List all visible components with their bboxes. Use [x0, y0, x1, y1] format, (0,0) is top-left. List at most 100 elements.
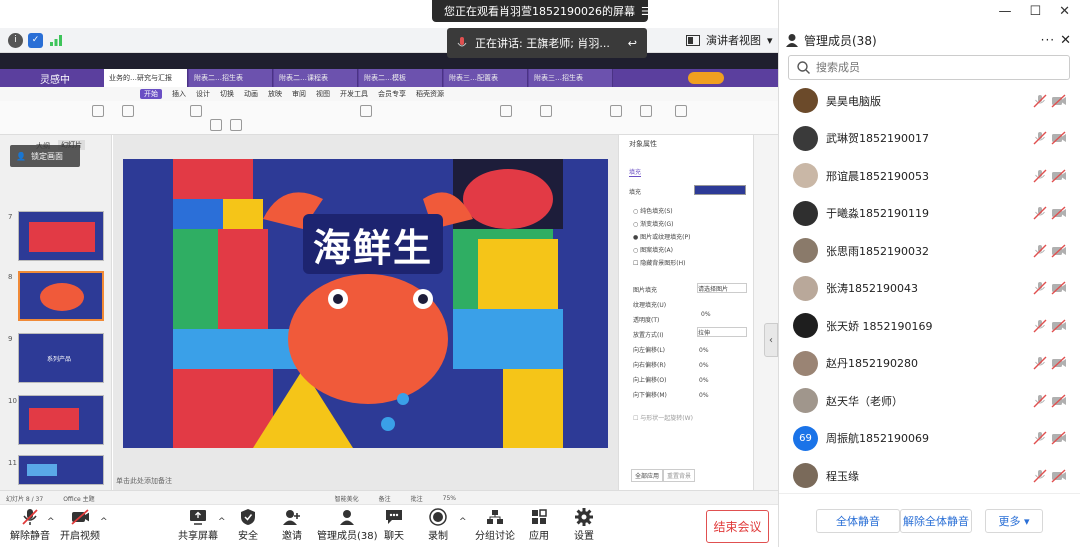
- menu-review[interactable]: 审阅: [292, 89, 306, 99]
- ribbon-button[interactable]: [640, 105, 652, 117]
- offset-input[interactable]: 0%: [699, 358, 709, 373]
- notes-placeholder[interactable]: 单击此处添加备注: [116, 476, 172, 486]
- slide-thumbnail[interactable]: [18, 395, 104, 445]
- chevron-up-icon[interactable]: ^: [100, 517, 108, 527]
- member-search[interactable]: [788, 55, 1070, 80]
- manage-members-button[interactable]: 管理成员(38): [317, 508, 378, 542]
- more-options-icon[interactable]: ···: [1041, 33, 1055, 47]
- mic-muted-icon[interactable]: [1033, 394, 1047, 408]
- signal-bars-icon[interactable]: [48, 33, 63, 48]
- mic-muted-icon[interactable]: [1033, 431, 1047, 445]
- menu-vip[interactable]: 会员专享: [378, 89, 406, 99]
- shared-screen[interactable]: 灵感中 业务的…研究与汇报 附表二…招生表 附表二…课程表 附表二…模板 附表三…: [0, 52, 778, 505]
- menu-view[interactable]: 视图: [316, 89, 330, 99]
- collapse-handle[interactable]: ‹: [764, 323, 778, 357]
- member-row[interactable]: 邢谊晨1852190053: [779, 157, 1080, 194]
- ribbon-button[interactable]: [190, 105, 202, 117]
- doc-tab[interactable]: 附表三…配置表: [444, 69, 528, 87]
- settings-button[interactable]: 设置: [574, 507, 594, 542]
- mic-muted-icon[interactable]: [1033, 469, 1047, 483]
- camera-off-icon[interactable]: [1051, 206, 1067, 220]
- unmute-all-button[interactable]: 解除全体静音: [900, 509, 972, 533]
- hide-bg-checkbox[interactable]: ☐ 隐藏背景图形(H): [633, 257, 690, 270]
- minimize-icon[interactable]: —: [998, 4, 1011, 19]
- member-row[interactable]: 于曦淼1852190119: [779, 195, 1080, 232]
- chevron-up-icon[interactable]: ^: [218, 517, 226, 527]
- ribbon-button[interactable]: [122, 105, 134, 117]
- camera-off-icon[interactable]: [1051, 168, 1067, 183]
- doc-tab[interactable]: 附表二…模板: [359, 69, 443, 87]
- member-row[interactable]: 张天娇 1852190169: [779, 307, 1080, 344]
- mic-muted-icon[interactable]: [1033, 244, 1047, 258]
- mic-muted-icon[interactable]: [1033, 356, 1047, 370]
- record-button[interactable]: 录制: [428, 507, 448, 542]
- fill-option[interactable]: ○ 纯色填充(S): [633, 205, 690, 218]
- start-video-button[interactable]: 开启视频: [60, 508, 100, 542]
- camera-off-icon[interactable]: [1051, 131, 1067, 145]
- close-icon[interactable]: ✕: [1059, 4, 1070, 19]
- rotate-with-shape-checkbox[interactable]: ☐ 与形状一起旋转(W): [633, 413, 693, 422]
- menu-animation[interactable]: 动画: [244, 89, 258, 99]
- mic-muted-icon[interactable]: [1033, 131, 1047, 145]
- mic-muted-icon[interactable]: [1033, 319, 1047, 333]
- bold-icon[interactable]: [210, 119, 222, 131]
- camera-off-icon[interactable]: [1051, 93, 1067, 108]
- menu-design[interactable]: 设计: [196, 89, 210, 99]
- fill-option[interactable]: ○ 渐变填充(G): [633, 218, 690, 231]
- picture-select[interactable]: 请选择图片: [697, 283, 747, 293]
- camera-off-icon[interactable]: [1051, 281, 1067, 295]
- slide-title[interactable]: 海鲜生: [313, 217, 433, 271]
- close-panel-icon[interactable]: ✕: [1060, 33, 1071, 48]
- offset-input[interactable]: 0%: [699, 343, 709, 358]
- camera-off-icon[interactable]: [1051, 393, 1067, 408]
- more-button[interactable]: 更多 ▾: [985, 509, 1043, 533]
- slide-thumbnail[interactable]: [18, 455, 104, 485]
- fill-option-selected[interactable]: ● 图片或纹理填充(P): [633, 231, 690, 244]
- screen-share-banner[interactable]: 您正在观看肖羽萱1852190026的屏幕 ☰: [432, 0, 651, 22]
- fill-color-picker[interactable]: [694, 185, 746, 195]
- doc-tab[interactable]: 附表二…课程表: [274, 69, 358, 87]
- menu-home[interactable]: 开始: [140, 89, 162, 99]
- slide-thumbnail-selected[interactable]: [18, 271, 104, 321]
- chevron-up-icon[interactable]: ^: [459, 517, 467, 527]
- end-meeting-button[interactable]: 结束会议: [706, 510, 769, 543]
- chevron-up-icon[interactable]: ^: [47, 517, 55, 527]
- member-row[interactable]: 69 周振航1852190069: [779, 420, 1080, 457]
- fill-tab[interactable]: 填充: [629, 167, 642, 177]
- italic-icon[interactable]: [230, 119, 242, 131]
- member-row[interactable]: 赵天华（老师）: [779, 382, 1080, 419]
- menu-resources[interactable]: 稻壳资源: [416, 89, 444, 99]
- ribbon-button[interactable]: [500, 105, 512, 117]
- vip-badge[interactable]: [688, 72, 724, 84]
- member-row[interactable]: 赵丹1852190280: [779, 345, 1080, 382]
- info-icon[interactable]: i: [8, 32, 23, 48]
- doc-tab[interactable]: 业务的…研究与汇报: [104, 69, 188, 87]
- menu-insert[interactable]: 插入: [172, 89, 186, 99]
- apps-button[interactable]: 应用: [529, 508, 549, 542]
- ribbon-button[interactable]: [360, 105, 372, 117]
- slide-thumbnail[interactable]: 系列产品: [18, 333, 104, 383]
- doc-tab[interactable]: 附表二…招生表: [189, 69, 273, 87]
- member-row[interactable]: 武琳贺1852190017: [779, 120, 1080, 157]
- chat-button[interactable]: 聊天: [384, 508, 404, 542]
- member-row[interactable]: 张涛1852190043: [779, 270, 1080, 307]
- menu-slideshow[interactable]: 放映: [268, 89, 282, 99]
- mic-muted-icon[interactable]: [1033, 169, 1047, 183]
- security-button[interactable]: 安全: [238, 508, 258, 542]
- reset-bg-button[interactable]: 重置背景: [663, 469, 696, 482]
- mic-muted-icon[interactable]: [1033, 281, 1047, 295]
- mic-muted-icon[interactable]: [1033, 206, 1047, 220]
- camera-off-icon[interactable]: [1051, 243, 1067, 258]
- breakout-button[interactable]: 分组讨论: [475, 508, 515, 542]
- notes-toggle[interactable]: 备注: [379, 494, 391, 503]
- fill-option[interactable]: ○ 图案填充(A): [633, 244, 690, 257]
- menu-devtools[interactable]: 开发工具: [340, 89, 368, 99]
- unmute-button[interactable]: 解除静音: [10, 508, 50, 542]
- member-row[interactable]: 昊昊电脑版: [779, 82, 1080, 119]
- slide-canvas[interactable]: 海鲜生: [123, 159, 608, 448]
- comments-toggle[interactable]: 批注: [411, 494, 423, 503]
- ribbon-button[interactable]: [540, 105, 552, 117]
- maximize-icon[interactable]: ☐: [1029, 4, 1041, 19]
- placement-select[interactable]: 拉伸: [697, 327, 747, 337]
- menu-lines-icon[interactable]: ☰: [641, 5, 651, 18]
